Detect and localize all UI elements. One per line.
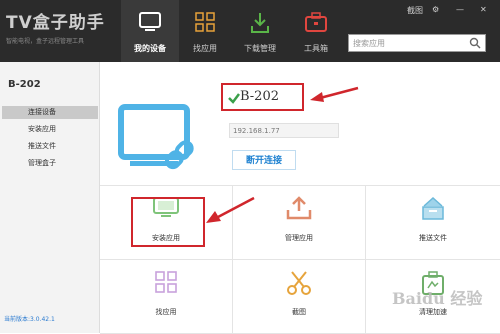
scissors-icon — [287, 271, 311, 295]
annotation-arrow — [310, 86, 359, 102]
tool-label: 推送文件 — [419, 234, 447, 242]
nav-find-app[interactable]: 找应用 — [176, 0, 234, 62]
search-input[interactable]: 搜索应用 — [348, 34, 486, 52]
watermark: Baidu 经验 — [392, 289, 483, 308]
nav-toolbox[interactable]: 工具箱 — [287, 0, 345, 62]
minimize-button[interactable]: — — [456, 5, 464, 14]
highlight-box — [221, 83, 304, 111]
nav-label: 下载管理 — [244, 44, 276, 53]
disconnect-button[interactable]: 断开连接 — [232, 150, 296, 170]
search-placeholder: 搜索应用 — [353, 39, 385, 48]
tool-find-app[interactable]: 找应用 — [100, 260, 233, 334]
nav-my-device[interactable]: 我的设备 — [121, 0, 179, 62]
push-file-icon — [422, 196, 444, 220]
highlight-box — [131, 197, 205, 247]
find-app-icon — [155, 271, 177, 293]
tool-label: 截图 — [292, 308, 306, 316]
app-subtitle: 智能电视，盒子远程管理工具 — [6, 38, 85, 45]
nav-label: 工具箱 — [304, 44, 328, 53]
tool-label: 管理应用 — [285, 234, 313, 242]
tool-screenshot[interactable]: 截图 — [233, 260, 366, 334]
nav-downloads[interactable]: 下载管理 — [231, 0, 289, 62]
ip-address-field: 192.168.1.77 — [229, 123, 339, 138]
title-bar: TV盒子助手 智能电视，盒子远程管理工具 我的设备 找应用 下载管理 工具箱 截… — [0, 0, 500, 62]
upload-icon — [286, 196, 312, 220]
app-logo: TV盒子助手 智能电视，盒子远程管理工具 — [6, 8, 105, 45]
tool-label: 找应用 — [155, 308, 177, 316]
app-title: TV盒子助手 — [6, 13, 105, 33]
sidebar-item-connect[interactable]: 连接设备 — [2, 106, 98, 119]
gear-icon[interactable]: ⚙ — [432, 5, 439, 14]
sidebar-device-name: B-202 — [8, 79, 41, 90]
nav-label: 找应用 — [193, 44, 217, 53]
annotation-arrow — [206, 196, 255, 223]
sidebar-item-manage[interactable]: 管理盒子 — [2, 157, 98, 170]
toolbox-icon — [305, 12, 327, 32]
tv-connected-icon — [118, 104, 194, 170]
version-label: 当前版本:3.0.42.1 — [4, 316, 55, 323]
screenshot-button[interactable]: 截图 — [407, 5, 423, 16]
sidebar-item-install[interactable]: 安装应用 — [2, 123, 98, 136]
close-icon[interactable]: ✕ — [480, 5, 487, 14]
download-icon — [251, 13, 269, 33]
tool-push-file[interactable]: 推送文件 — [366, 186, 500, 260]
search-icon[interactable] — [469, 37, 481, 49]
nav-label: 我的设备 — [134, 44, 166, 53]
sidebar: B-202 连接设备 安装应用 推送文件 管理盒子 当前版本:3.0.42.1 — [0, 62, 100, 333]
grid-icon — [195, 12, 215, 32]
tv-icon — [139, 12, 161, 31]
sidebar-item-push[interactable]: 推送文件 — [2, 140, 98, 153]
